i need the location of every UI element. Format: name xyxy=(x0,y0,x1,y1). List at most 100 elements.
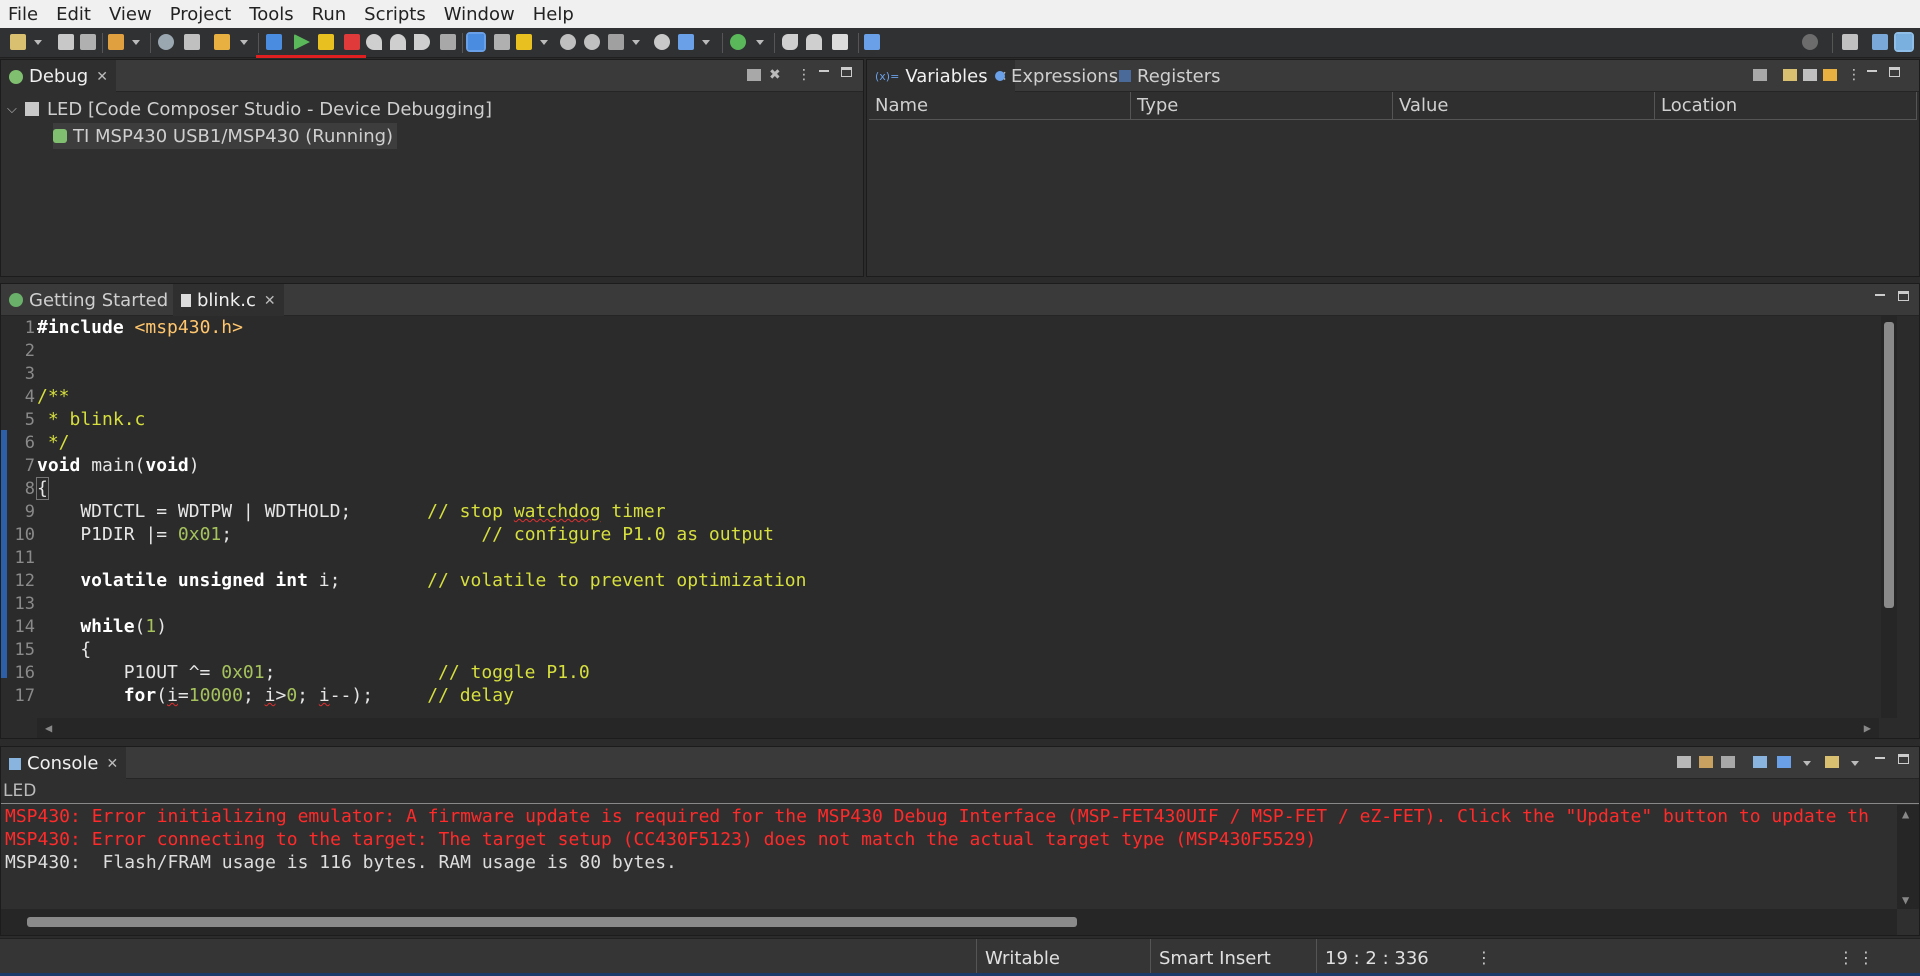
minimize-icon[interactable] xyxy=(1875,294,1885,296)
display-console-icon[interactable] xyxy=(1777,756,1791,768)
open-console-icon[interactable] xyxy=(184,34,200,50)
menu-window[interactable]: Window xyxy=(435,4,524,25)
tab-expressions[interactable]: Expressions xyxy=(987,60,1126,92)
scroll-up-icon[interactable]: ▲ xyxy=(1902,807,1909,821)
reset-dropdown-icon[interactable] xyxy=(632,40,640,45)
menu-file[interactable]: File xyxy=(0,4,47,25)
status-menu-icon[interactable]: ⋮ xyxy=(1858,948,1874,967)
step-return-icon[interactable] xyxy=(414,34,430,50)
terminate-icon[interactable] xyxy=(344,34,360,50)
chevron-down-icon[interactable]: ⌵ xyxy=(7,102,25,117)
tab-registers[interactable]: Registers xyxy=(1111,60,1229,92)
tools-icon[interactable] xyxy=(494,34,510,50)
scroll-down-icon[interactable]: ▼ xyxy=(1902,893,1909,907)
display-dropdown-icon[interactable] xyxy=(1803,761,1811,766)
collapse-all-icon[interactable] xyxy=(747,69,761,81)
close-icon[interactable]: ✕ xyxy=(106,756,118,772)
menu-edit[interactable]: Edit xyxy=(47,4,100,25)
assembly-step-into-icon[interactable] xyxy=(782,34,798,50)
forward-icon[interactable] xyxy=(832,34,848,50)
add-variable-icon[interactable] xyxy=(1783,69,1797,81)
select-icon[interactable] xyxy=(1803,69,1817,81)
tab-blink-c[interactable]: blink.c ✕ xyxy=(173,284,284,317)
menu-run[interactable]: Run xyxy=(303,4,356,25)
brush-icon[interactable] xyxy=(214,34,230,50)
menu-scripts[interactable]: Scripts xyxy=(355,4,435,25)
scrollbar-thumb[interactable] xyxy=(1884,322,1894,608)
save-all-icon[interactable] xyxy=(80,34,96,50)
menu-tools[interactable]: Tools xyxy=(240,4,302,25)
brush-dropdown-icon[interactable] xyxy=(240,40,248,45)
scrollbar-thumb[interactable] xyxy=(27,917,1077,927)
debug-target-row[interactable]: TI MSP430 USB1/MSP430 (Running) xyxy=(53,123,398,149)
close-icon[interactable]: ✕ xyxy=(96,69,108,85)
connect-dropdown-icon[interactable] xyxy=(702,40,710,45)
run-to-line-icon[interactable] xyxy=(730,34,746,50)
remove-terminated-icon[interactable]: ✖ xyxy=(769,68,783,82)
view-menu-icon[interactable]: ⋮ xyxy=(797,68,811,82)
maximize-icon[interactable] xyxy=(1889,67,1900,77)
restart-icon[interactable] xyxy=(654,34,670,50)
open-console-icon[interactable] xyxy=(1825,756,1839,768)
debug-perspective-icon[interactable] xyxy=(1894,32,1914,52)
console-vertical-scrollbar[interactable]: ▲ ▼ xyxy=(1897,805,1919,909)
reset-icon[interactable] xyxy=(608,34,624,50)
view-menu-icon[interactable]: ⋮ xyxy=(1847,68,1861,82)
save-icon[interactable] xyxy=(58,34,74,50)
collapse-icon[interactable] xyxy=(1753,69,1767,81)
column-value[interactable]: Value xyxy=(1393,92,1655,120)
edit-perspective-icon[interactable] xyxy=(1872,34,1888,50)
word-wrap-icon[interactable] xyxy=(1721,756,1735,768)
vertical-scrollbar[interactable] xyxy=(1881,316,1897,718)
step-over-icon[interactable] xyxy=(390,34,406,50)
flash-dropdown-icon[interactable] xyxy=(540,40,548,45)
open-perspective-icon[interactable] xyxy=(864,34,880,50)
close-icon[interactable]: ✕ xyxy=(264,293,276,309)
column-name[interactable]: Name xyxy=(869,92,1131,120)
perspective-open-icon[interactable] xyxy=(1842,34,1858,50)
maximize-icon[interactable] xyxy=(1898,291,1909,301)
pin-console-icon[interactable] xyxy=(1753,756,1767,768)
suspend-icon[interactable] xyxy=(318,34,334,50)
menu-project[interactable]: Project xyxy=(161,4,241,25)
horizontal-scrollbar[interactable]: ◀ ▶ xyxy=(37,718,1879,738)
build-dropdown-icon[interactable] xyxy=(132,40,140,45)
minimize-icon[interactable] xyxy=(819,70,829,72)
maximize-icon[interactable] xyxy=(841,67,852,77)
new-dropdown-icon[interactable] xyxy=(34,40,42,45)
minimize-icon[interactable] xyxy=(1875,757,1885,759)
memory-grid-icon[interactable] xyxy=(440,34,456,50)
minimize-icon[interactable] xyxy=(1867,70,1877,72)
search-icon[interactable] xyxy=(1802,34,1818,50)
refresh-icon[interactable] xyxy=(1823,69,1837,81)
status-menu-icon[interactable]: ⋮ xyxy=(1476,948,1492,967)
assembly-step-over-icon[interactable] xyxy=(806,34,822,50)
maximize-icon[interactable] xyxy=(1898,754,1909,764)
menu-view[interactable]: View xyxy=(100,4,161,25)
profiler-icon[interactable] xyxy=(560,34,576,50)
step-into-icon[interactable] xyxy=(366,34,382,50)
status-menu-icon[interactable]: ⋮ xyxy=(1838,948,1854,967)
scroll-right-icon[interactable]: ▶ xyxy=(1864,721,1871,735)
flash-icon[interactable] xyxy=(516,34,532,50)
code-editor[interactable]: 1 #include <msp430.h> 2 3 4/** 5 * blink… xyxy=(1,316,1919,738)
column-location[interactable]: Location xyxy=(1655,92,1917,120)
resume-icon[interactable] xyxy=(294,34,310,50)
scroll-lock-icon[interactable] xyxy=(1699,756,1713,768)
debug-view-icon[interactable] xyxy=(266,34,282,50)
menu-help[interactable]: Help xyxy=(524,4,583,25)
run-dropdown-icon[interactable] xyxy=(756,40,764,45)
tab-getting-started[interactable]: Getting Started xyxy=(1,284,176,316)
status-insert-mode[interactable]: Smart Insert xyxy=(1150,939,1316,976)
connect-icon[interactable] xyxy=(678,34,694,50)
scroll-left-icon[interactable]: ◀ xyxy=(45,721,52,735)
column-type[interactable]: Type xyxy=(1131,92,1393,120)
open-console-dropdown-icon[interactable] xyxy=(1851,761,1859,766)
console-horizontal-scrollbar[interactable] xyxy=(1,909,1897,935)
console-output[interactable]: LED MSP430: Error initializing emulator:… xyxy=(1,779,1919,935)
debug-launch-row[interactable]: ⌵ LED [Code Composer Studio - Device Deb… xyxy=(7,96,492,122)
toggle-view-icon[interactable] xyxy=(466,32,486,52)
tab-console[interactable]: Console ✕ xyxy=(1,747,127,780)
trace-icon[interactable] xyxy=(584,34,600,50)
search-target-icon[interactable] xyxy=(158,34,174,50)
